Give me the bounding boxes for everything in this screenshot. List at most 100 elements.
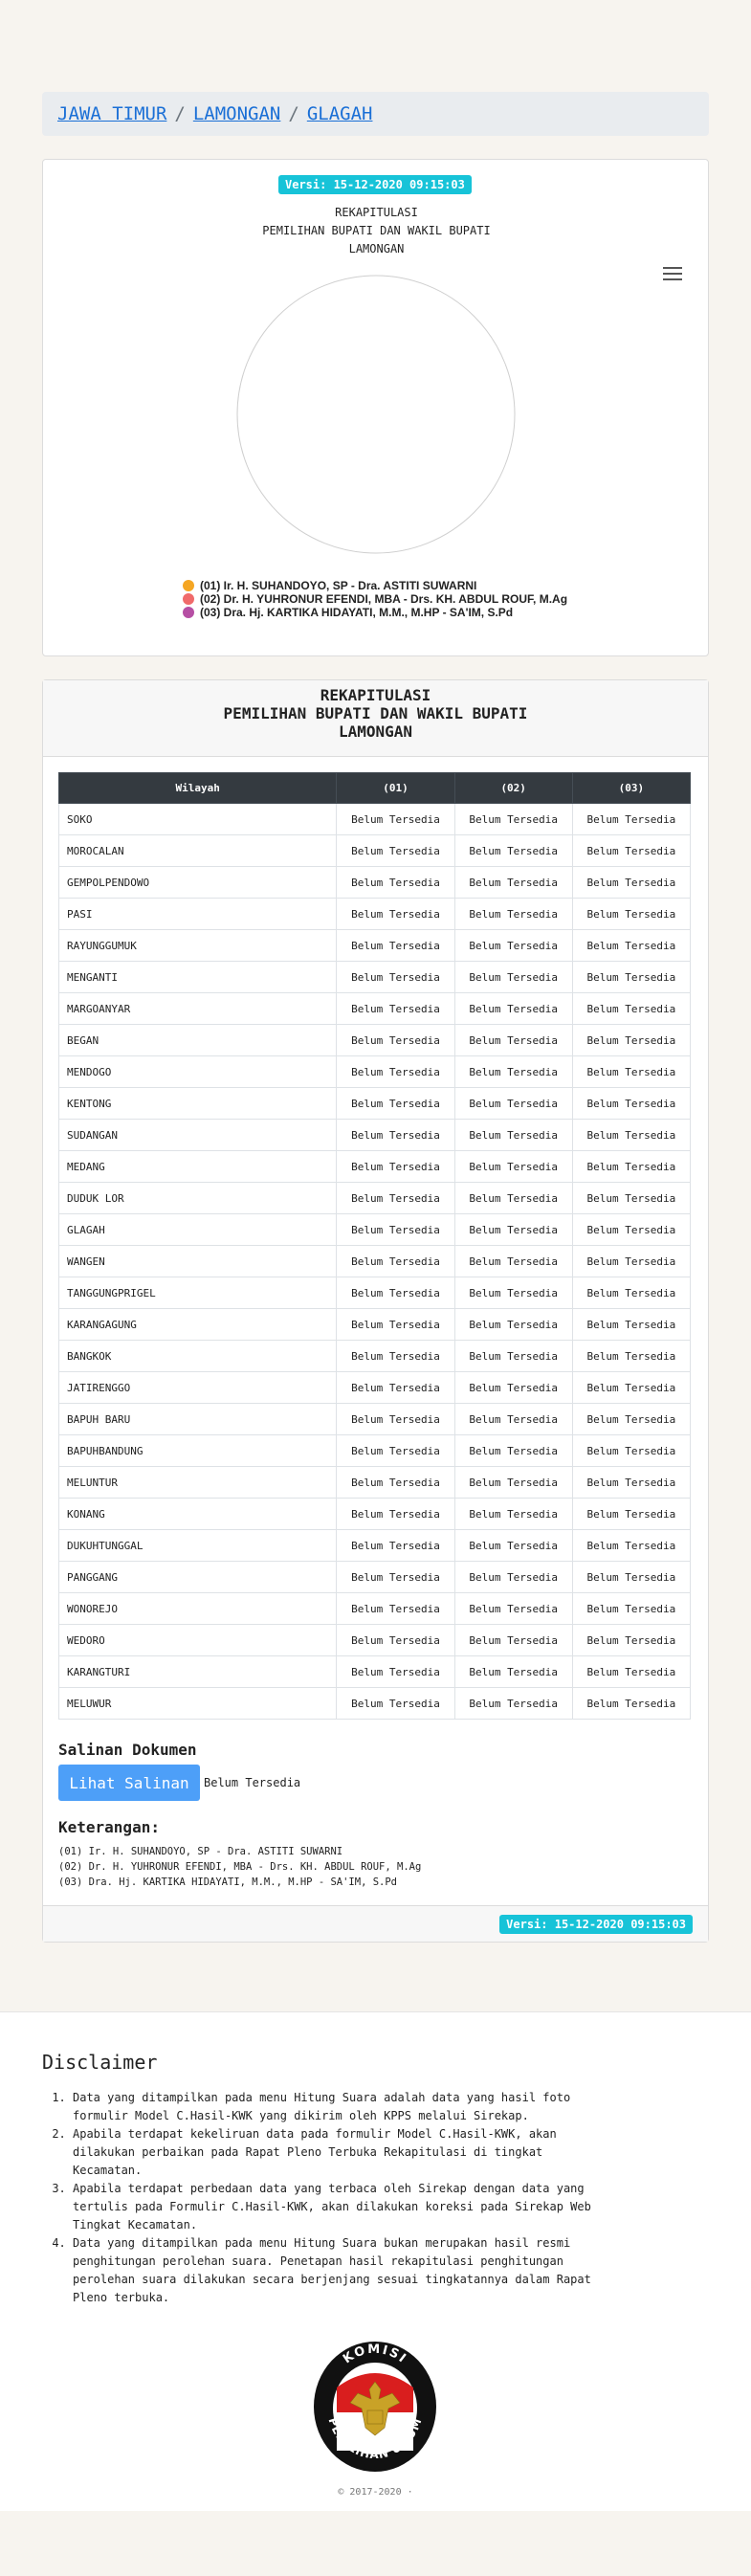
vote-cell-03: Belum Tersedia [571,866,692,899]
vote-cell-01: Belum Tersedia [336,992,455,1025]
vote-cell-02: Belum Tersedia [453,1466,573,1499]
disclaimer-item: Data yang ditampilkan pada menu Hitung S… [73,2089,597,2125]
vote-cell-02: Belum Tersedia [453,1024,573,1056]
keterangan-item: (01) Ir. H. SUHANDOYO, SP - Dra. ASTITI … [58,1846,343,1857]
vote-cell-02: Belum Tersedia [453,1371,573,1404]
chart-card: Versi: 15-12-2020 09:15:03 REKAPITULASI … [42,159,709,656]
wilayah-cell: DUDUK LOR [57,1182,338,1214]
table-row: GEMPOLPENDOWO Belum Tersedia Belum Tersedi… [57,866,692,899]
table-title: REKAPITULASI PEMILIHAN BUPATI DAN WAKIL … [43,680,708,757]
results-table: Wilayah (01) (02) (03) SOKO Belum Tersedi… [57,772,692,1720]
legend-item[interactable]: (03) Dra. Hj. KARTIKA HIDAYATI, M.M., M.… [183,606,567,619]
copyright: © 2017-2020 · [338,2487,413,2498]
table-row: DUDUK LOR Belum Tersedia Belum Tersedia Bel… [57,1182,692,1214]
vote-cell-01: Belum Tersedia [336,1466,455,1499]
table-row: KARANGTURI Belum Tersedia Belum Tersedia Be… [57,1655,692,1688]
vote-cell-01: Belum Tersedia [336,1434,455,1467]
vote-cell-03: Belum Tersedia [571,803,692,835]
version-badge: Versi: 15-12-2020 09:15:03 [278,175,472,194]
pie-outline [236,275,516,554]
breadcrumb-district[interactable]: GLAGAH [307,103,373,124]
version-badge-footer: Versi: 15-12-2020 09:15:03 [499,1914,693,1934]
hamburger-menu-icon[interactable] [663,267,682,284]
keterangan-list: (01) Ir. H. SUHANDOYO, SP - Dra. ASTITI … [58,1844,693,1890]
keterangan-title: Keterangan: [58,1818,160,1836]
wilayah-cell: SUDANGAN [57,1119,338,1151]
wilayah-cell: MELUWUR [57,1687,338,1720]
vote-cell-03: Belum Tersedia [571,1340,692,1372]
vote-cell-03: Belum Tersedia [571,1024,692,1056]
vote-cell-02: Belum Tersedia [453,1150,573,1183]
vote-cell-03: Belum Tersedia [571,961,692,993]
table-row: SUDANGAN Belum Tersedia Belum Tersedia Belu… [57,1119,692,1151]
wilayah-cell: RAYUNGGUMUK [57,929,338,962]
vote-cell-02: Belum Tersedia [453,1277,573,1309]
vote-cell-03: Belum Tersedia [571,1434,692,1467]
table-row: BAPUH BARU Belum Tersedia Belum Tersedia Be… [57,1403,692,1435]
table-row: WONOREJO Belum Tersedia Belum Tersedia Belu… [57,1592,692,1625]
vote-cell-02: Belum Tersedia [453,1055,573,1088]
vote-cell-03: Belum Tersedia [571,1182,692,1214]
table-row: GLAGAH Belum Tersedia Belum Tersedia Belum … [57,1213,692,1246]
legend-marker [183,593,194,605]
vote-cell-02: Belum Tersedia [453,992,573,1025]
wilayah-cell: SOKO [57,803,338,835]
wilayah-cell: KENTONG [57,1087,338,1120]
pie-chart [236,275,516,554]
vote-cell-02: Belum Tersedia [453,1119,573,1151]
wilayah-cell: GLAGAH [57,1213,338,1246]
vote-cell-02: Belum Tersedia [453,961,573,993]
table-row: BEGAN Belum Tersedia Belum Tersedia Belum T… [57,1024,692,1056]
vote-cell-01: Belum Tersedia [336,1498,455,1530]
breadcrumb-separator: / [174,103,186,124]
table-row: KENTONG Belum Tersedia Belum Tersedia Belum… [57,1087,692,1120]
vote-cell-01: Belum Tersedia [336,929,455,962]
salinan-status: Belum Tersedia [204,1776,301,1789]
vote-cell-01: Belum Tersedia [336,1561,455,1593]
table-row: MELUWUR Belum Tersedia Belum Tersedia Belum… [57,1687,692,1720]
vote-cell-03: Belum Tersedia [571,898,692,930]
vote-cell-01: Belum Tersedia [336,866,455,899]
vote-cell-02: Belum Tersedia [453,1182,573,1214]
table-row: MELUNTUR Belum Tersedia Belum Tersedia Belu… [57,1466,692,1499]
vote-cell-01: Belum Tersedia [336,1213,455,1246]
legend-item[interactable]: (01) Ir. H. SUHANDOYO, SP - Dra. ASTITI … [183,579,567,592]
disclaimer-list: Data yang ditampilkan pada menu Hitung S… [42,2089,597,2307]
header-wilayah: Wilayah [57,772,338,804]
breadcrumb-regency[interactable]: LAMONGAN [193,103,281,124]
legend-item[interactable]: (02) Dr. H. YUHRONUR EFENDI, MBA - Drs. … [183,592,567,606]
vote-cell-01: Belum Tersedia [336,961,455,993]
vote-cell-02: Belum Tersedia [453,1529,573,1562]
vote-cell-01: Belum Tersedia [336,1529,455,1562]
legend-label: (02) Dr. H. YUHRONUR EFENDI, MBA - Drs. … [200,592,568,606]
breadcrumb-province[interactable]: JAWA TIMUR [57,103,166,124]
table-row: MARGOANYAR Belum Tersedia Belum Tersedia Be… [57,992,692,1025]
wilayah-cell: MENDOGO [57,1055,338,1088]
wilayah-cell: PASI [57,898,338,930]
vote-cell-03: Belum Tersedia [571,1055,692,1088]
vote-cell-03: Belum Tersedia [571,1371,692,1404]
chart-title-line2: PEMILIHAN BUPATI DAN WAKIL BUPATI [262,224,491,237]
wilayah-cell: MOROCALAN [57,834,338,867]
vote-cell-01: Belum Tersedia [336,1624,455,1656]
lihat-salinan-button[interactable]: Lihat Salinan [58,1765,200,1801]
chart-title: REKAPITULASI PEMILIHAN BUPATI DAN WAKIL … [43,204,710,258]
kpu-logo: KOMISI PEMILIHAN UMUM [314,2342,436,2472]
vote-cell-02: Belum Tersedia [453,898,573,930]
vote-cell-03: Belum Tersedia [571,1592,692,1625]
table-row: MOROCALAN Belum Tersedia Belum Tersedia Bel… [57,834,692,867]
wilayah-cell: JATIRENGGO [57,1371,338,1404]
vote-cell-01: Belum Tersedia [336,1403,455,1435]
vote-cell-02: Belum Tersedia [453,1592,573,1625]
vote-cell-03: Belum Tersedia [571,992,692,1025]
table-row: JATIRENGGO Belum Tersedia Belum Tersedia Be… [57,1371,692,1404]
table-row: MEDANG Belum Tersedia Belum Tersedia Belum … [57,1150,692,1183]
disclaimer-item: Apabila terdapat kekeliruan data pada fo… [73,2125,597,2180]
vote-cell-02: Belum Tersedia [453,1434,573,1467]
vote-cell-01: Belum Tersedia [336,1277,455,1309]
breadcrumb: JAWA TIMUR / LAMONGAN / GLAGAH [42,92,709,136]
vote-cell-03: Belum Tersedia [571,834,692,867]
table-row: PASI Belum Tersedia Belum Tersedia Belum Te… [57,898,692,930]
table-row: MENDOGO Belum Tersedia Belum Tersedia Belum… [57,1055,692,1088]
table-title-line2: PEMILIHAN BUPATI DAN WAKIL BUPATI [223,704,528,722]
